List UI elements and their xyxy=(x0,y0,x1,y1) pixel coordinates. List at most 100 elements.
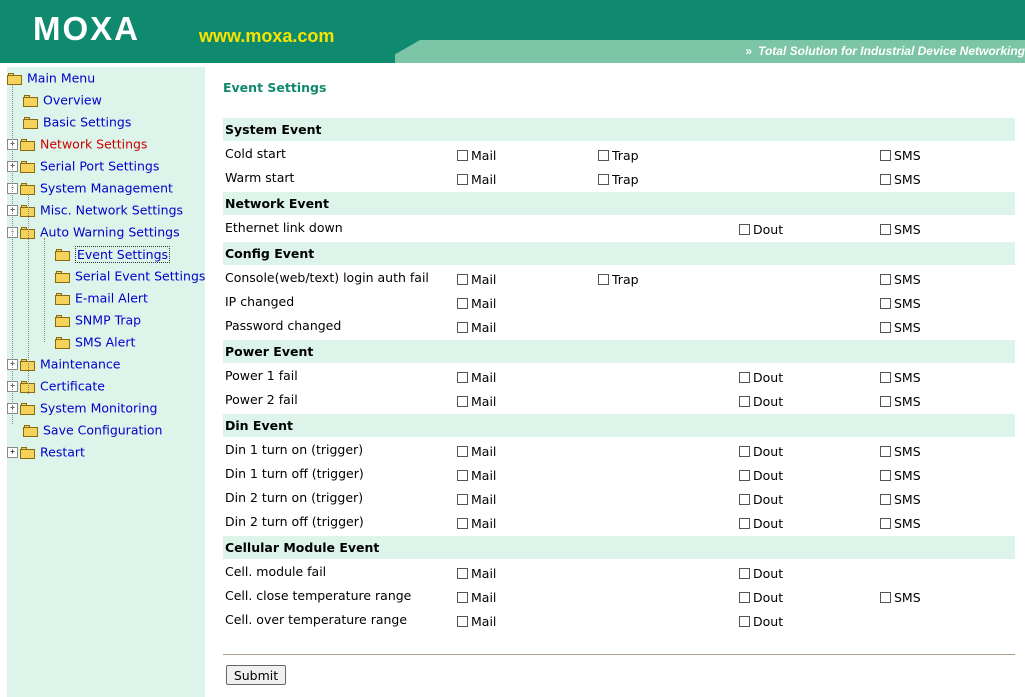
sidebar-item-15[interactable]: + System Monitoring xyxy=(7,397,157,419)
sidebar-item-14[interactable]: + Certificate xyxy=(7,375,105,397)
dout-checkbox[interactable]: Dout xyxy=(739,394,783,408)
dout-checkbox[interactable]: Dout xyxy=(739,566,783,580)
checkbox-icon[interactable] xyxy=(739,616,750,627)
mail-checkbox[interactable]: Mail xyxy=(457,614,496,628)
mail-checkbox[interactable]: Mail xyxy=(457,444,496,458)
checkbox-icon[interactable] xyxy=(457,322,468,333)
checkbox-icon[interactable] xyxy=(880,174,891,185)
trap-checkbox[interactable]: Trap xyxy=(598,148,639,162)
sms-checkbox[interactable]: SMS xyxy=(880,272,921,286)
sms-checkbox[interactable]: SMS xyxy=(880,296,921,310)
sms-checkbox[interactable]: SMS xyxy=(880,492,921,506)
sidebar-item-9[interactable]: Serial Event Settings xyxy=(55,265,205,287)
checkbox-icon[interactable] xyxy=(457,592,468,603)
dout-checkbox[interactable]: Dout xyxy=(739,492,783,506)
trap-checkbox[interactable]: Trap xyxy=(598,272,639,286)
trap-checkbox[interactable]: Trap xyxy=(598,172,639,186)
mail-checkbox[interactable]: Mail xyxy=(457,272,496,286)
sidebar-item-3[interactable]: + Network Settings xyxy=(7,133,147,155)
sidebar-item-13[interactable]: + Maintenance xyxy=(7,353,121,375)
checkbox-icon[interactable] xyxy=(457,446,468,457)
sms-checkbox[interactable]: SMS xyxy=(880,590,921,604)
checkbox-icon[interactable] xyxy=(457,494,468,505)
checkbox-icon[interactable] xyxy=(880,396,891,407)
checkbox-icon[interactable] xyxy=(598,174,609,185)
sms-checkbox[interactable]: SMS xyxy=(880,148,921,162)
sidebar-item-16[interactable]: Save Configuration xyxy=(23,419,162,441)
sidebar-item-1[interactable]: Overview xyxy=(23,89,102,111)
sms-checkbox[interactable]: SMS xyxy=(880,444,921,458)
sms-checkbox[interactable]: SMS xyxy=(880,172,921,186)
checkbox-icon[interactable] xyxy=(598,274,609,285)
checkbox-icon[interactable] xyxy=(739,592,750,603)
checkbox-icon[interactable] xyxy=(880,150,891,161)
mail-checkbox[interactable]: Mail xyxy=(457,296,496,310)
mail-checkbox[interactable]: Mail xyxy=(457,320,496,334)
sms-checkbox[interactable]: SMS xyxy=(880,516,921,530)
dout-checkbox[interactable]: Dout xyxy=(739,590,783,604)
dout-checkbox[interactable]: Dout xyxy=(739,370,783,384)
sidebar-item-8[interactable]: Event Settings xyxy=(55,243,171,265)
checkbox-icon[interactable] xyxy=(457,274,468,285)
sidebar-item-4[interactable]: + Serial Port Settings xyxy=(7,155,159,177)
mail-checkbox[interactable]: Mail xyxy=(457,468,496,482)
checkbox-icon[interactable] xyxy=(739,396,750,407)
mail-checkbox[interactable]: Mail xyxy=(457,492,496,506)
checkbox-icon[interactable] xyxy=(739,568,750,579)
checkbox-icon[interactable] xyxy=(739,494,750,505)
checkbox-icon[interactable] xyxy=(739,446,750,457)
dout-checkbox[interactable]: Dout xyxy=(739,614,783,628)
mail-checkbox[interactable]: Mail xyxy=(457,148,496,162)
checkbox-icon[interactable] xyxy=(739,470,750,481)
checkbox-icon[interactable] xyxy=(739,372,750,383)
checkbox-icon[interactable] xyxy=(880,592,891,603)
sidebar-item-11[interactable]: SNMP Trap xyxy=(55,309,141,331)
checkbox-icon[interactable] xyxy=(880,470,891,481)
dout-checkbox[interactable]: Dout xyxy=(739,444,783,458)
mail-checkbox[interactable]: Mail xyxy=(457,566,496,580)
checkbox-icon[interactable] xyxy=(457,396,468,407)
sidebar-item-12[interactable]: SMS Alert xyxy=(55,331,135,353)
checkbox-icon[interactable] xyxy=(880,274,891,285)
mail-checkbox[interactable]: Mail xyxy=(457,590,496,604)
checkbox-icon[interactable] xyxy=(880,518,891,529)
checkbox-icon[interactable] xyxy=(880,372,891,383)
checkbox-icon[interactable] xyxy=(457,518,468,529)
checkbox-icon[interactable] xyxy=(880,322,891,333)
checkbox-icon[interactable] xyxy=(880,224,891,235)
sidebar-item-0[interactable]: Main Menu xyxy=(7,67,95,89)
sidebar-item-6[interactable]: + Misc. Network Settings xyxy=(7,199,183,221)
sidebar-item-10[interactable]: E-mail Alert xyxy=(55,287,148,309)
mail-checkbox[interactable]: Mail xyxy=(457,516,496,530)
checkbox-icon[interactable] xyxy=(598,150,609,161)
sms-checkbox[interactable]: SMS xyxy=(880,222,921,236)
sms-checkbox[interactable]: SMS xyxy=(880,370,921,384)
checkbox-icon[interactable] xyxy=(880,494,891,505)
sms-checkbox[interactable]: SMS xyxy=(880,468,921,482)
checkbox-icon[interactable] xyxy=(457,616,468,627)
submit-button[interactable]: Submit xyxy=(226,665,286,685)
checkbox-icon[interactable] xyxy=(880,446,891,457)
sidebar-item-7[interactable]: - Auto Warning Settings xyxy=(7,221,180,243)
checkbox-icon[interactable] xyxy=(457,298,468,309)
checkbox-icon[interactable] xyxy=(457,470,468,481)
mail-checkbox[interactable]: Mail xyxy=(457,394,496,408)
checkbox-icon[interactable] xyxy=(457,372,468,383)
dout-checkbox[interactable]: Dout xyxy=(739,516,783,530)
sidebar-item-5[interactable]: - System Management xyxy=(7,177,173,199)
checkbox-icon[interactable] xyxy=(880,298,891,309)
mail-checkbox[interactable]: Mail xyxy=(457,370,496,384)
sms-checkbox[interactable]: SMS xyxy=(880,394,921,408)
checkbox-icon[interactable] xyxy=(457,150,468,161)
dout-checkbox[interactable]: Dout xyxy=(739,468,783,482)
checkbox-icon[interactable] xyxy=(739,518,750,529)
checkbox-icon[interactable] xyxy=(457,568,468,579)
sidebar-item-17[interactable]: + Restart xyxy=(7,441,85,463)
checkbox-icon[interactable] xyxy=(457,174,468,185)
expand-icon[interactable]: + xyxy=(7,447,18,458)
checkbox-icon[interactable] xyxy=(739,224,750,235)
sidebar-item-2[interactable]: Basic Settings xyxy=(23,111,131,133)
sms-checkbox[interactable]: SMS xyxy=(880,320,921,334)
mail-checkbox[interactable]: Mail xyxy=(457,172,496,186)
dout-checkbox[interactable]: Dout xyxy=(739,222,783,236)
